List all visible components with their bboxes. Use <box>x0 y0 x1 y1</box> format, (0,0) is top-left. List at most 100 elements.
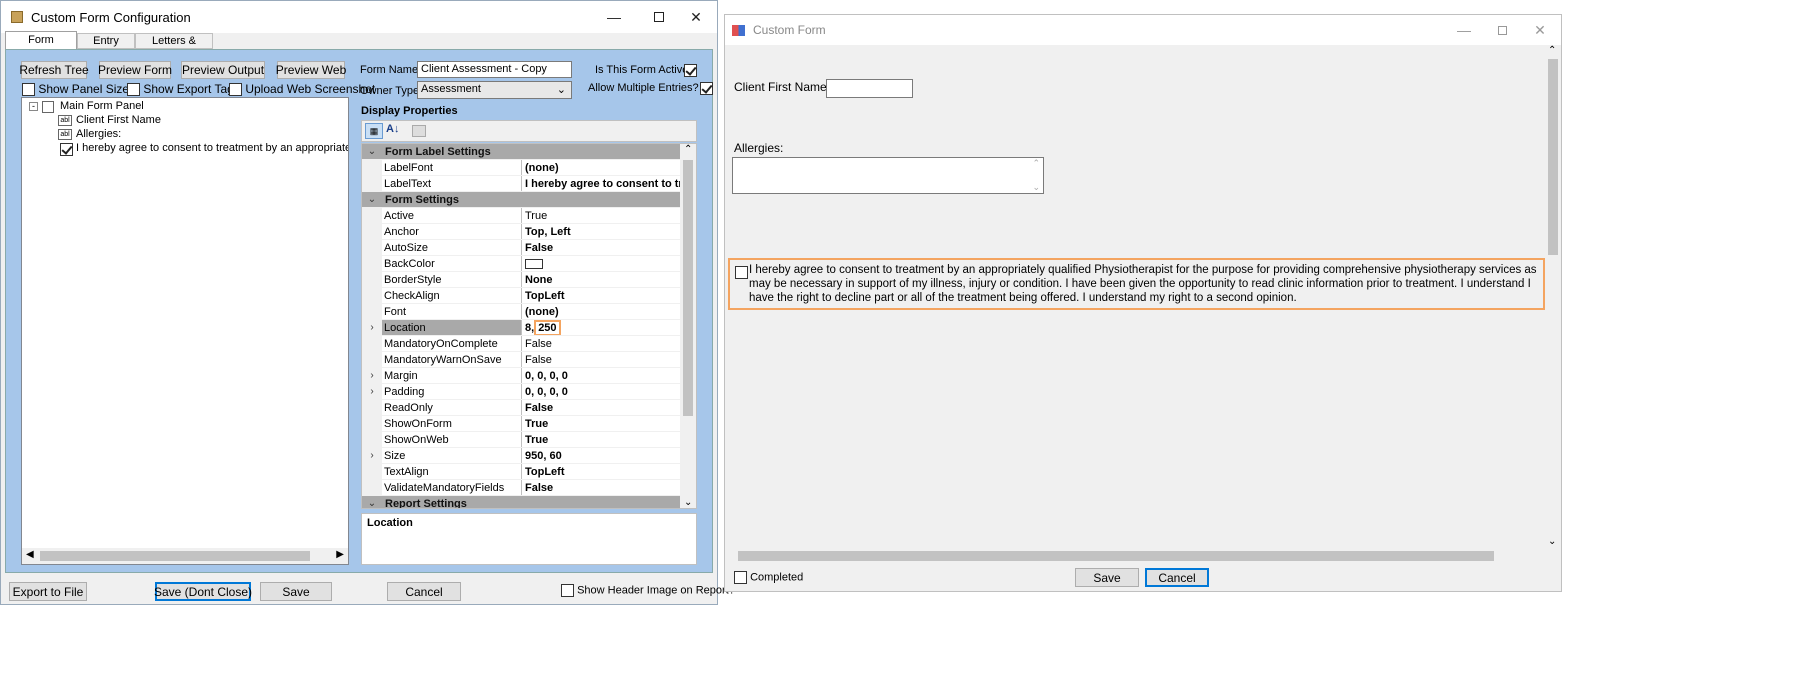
owner-type-select[interactable]: Assessment ⌄ <box>417 81 572 99</box>
collapse-icon[interactable]: ⌄ <box>362 192 382 207</box>
save-dont-close-button[interactable]: Save (Dont Close) <box>154 582 252 601</box>
property-name[interactable]: ValidateMandatoryFields <box>382 480 522 495</box>
property-category[interactable]: ⌄ Report Settings <box>362 496 682 508</box>
sort-alpha-icon[interactable]: A↓ <box>386 123 399 135</box>
property-value[interactable]: Top, Left <box>522 224 682 239</box>
property-row[interactable]: › Margin 0, 0, 0, 0 <box>362 368 682 384</box>
property-row[interactable]: › Size 950, 60 <box>362 448 682 464</box>
show-header-image-checkbox[interactable] <box>561 584 574 597</box>
show-export-tags-checkbox[interactable] <box>127 83 140 97</box>
scroll-right-icon[interactable]: ▶ <box>336 549 344 560</box>
property-value[interactable]: False <box>522 336 682 351</box>
allow-multiple-checkbox[interactable] <box>700 82 714 96</box>
tab-letters-exports[interactable]: Letters & Exports <box>135 33 213 62</box>
property-row[interactable]: CheckAlign TopLeft <box>362 288 682 304</box>
tab-form-definition[interactable]: Form Definition <box>5 31 77 63</box>
property-value[interactable]: False <box>522 240 682 255</box>
expand-icon[interactable]: › <box>362 384 382 399</box>
property-name[interactable]: Padding <box>382 384 522 399</box>
property-value[interactable]: False <box>522 480 682 495</box>
property-value[interactable]: True <box>522 208 682 223</box>
upload-web-screenshot-option[interactable]: Upload Web Screenshot <box>229 82 375 97</box>
property-name[interactable]: Location <box>382 320 522 335</box>
location-y-value[interactable]: 250 <box>534 320 561 335</box>
expand-icon[interactable]: › <box>362 448 382 463</box>
property-name[interactable]: MandatoryOnComplete <box>382 336 522 351</box>
property-name[interactable]: Active <box>382 208 522 223</box>
tree-item[interactable]: Allergies: <box>76 128 121 140</box>
property-name[interactable]: ReadOnly <box>382 400 522 415</box>
scroll-up-icon[interactable]: ⌃ <box>1032 158 1040 169</box>
property-value[interactable]: (none) <box>522 304 682 319</box>
close-icon[interactable]: ✕ <box>1517 15 1563 45</box>
property-name[interactable]: Anchor <box>382 224 522 239</box>
property-name[interactable]: LabelFont <box>382 160 522 175</box>
show-header-image-option[interactable]: Show Header Image on Report? <box>561 584 735 597</box>
property-category[interactable]: ⌄ Form Label Settings <box>362 144 682 160</box>
allergies-field[interactable]: ⌃ ⌄ <box>732 157 1044 194</box>
property-value[interactable]: 0, 0, 0, 0 <box>522 384 682 399</box>
tree-item[interactable]: I hereby agree to consent to treatment b… <box>76 142 348 154</box>
preview-form-button[interactable]: Preview Form <box>98 61 172 79</box>
property-name[interactable]: Font <box>382 304 522 319</box>
cancel-button[interactable]: Cancel <box>387 582 461 601</box>
tab-entry-types[interactable]: Entry Types <box>77 33 135 62</box>
scroll-down-icon[interactable]: ⌄ <box>1548 536 1556 547</box>
scroll-thumb[interactable] <box>738 551 1494 561</box>
scroll-up-icon[interactable]: ⌃ <box>1548 45 1556 56</box>
property-row[interactable]: ShowOnForm True <box>362 416 682 432</box>
property-name[interactable]: MandatoryWarnOnSave <box>382 352 522 367</box>
property-row[interactable]: ReadOnly False <box>362 400 682 416</box>
property-value[interactable]: I hereby agree to consent to trea <box>522 176 682 191</box>
property-row[interactable]: Active True <box>362 208 682 224</box>
property-row[interactable]: MandatoryWarnOnSave False <box>362 352 682 368</box>
completed-option[interactable]: Completed <box>734 571 803 584</box>
color-swatch-value[interactable] <box>522 256 682 271</box>
tree-collapse-icon[interactable]: - <box>29 102 38 111</box>
completed-checkbox[interactable] <box>734 571 747 584</box>
property-name[interactable]: AutoSize <box>382 240 522 255</box>
property-value[interactable]: 0, 0, 0, 0 <box>522 368 682 383</box>
tree-root[interactable]: Main Form Panel <box>60 100 144 112</box>
property-value[interactable]: TopLeft <box>522 288 682 303</box>
property-row[interactable]: › Padding 0, 0, 0, 0 <box>362 384 682 400</box>
consent-checkbox[interactable] <box>735 266 748 280</box>
property-row[interactable]: TextAlign TopLeft <box>362 464 682 480</box>
refresh-tree-button[interactable]: Refresh Tree <box>19 61 89 79</box>
property-value[interactable]: TopLeft <box>522 464 682 479</box>
property-name[interactable]: TextAlign <box>382 464 522 479</box>
scroll-down-icon[interactable]: ⌄ <box>1032 182 1040 193</box>
form-name-field[interactable]: Client Assessment - Copy <box>417 61 572 78</box>
property-row[interactable]: LabelText I hereby agree to consent to tr… <box>362 176 682 192</box>
property-row[interactable]: ValidateMandatoryFields False <box>362 480 682 496</box>
preview-vscrollbar[interactable]: ⌃ ⌄ <box>1545 45 1561 547</box>
scroll-thumb[interactable] <box>683 160 693 416</box>
scroll-left-icon[interactable]: ◀ <box>26 549 34 560</box>
property-row[interactable]: ShowOnWeb True <box>362 432 682 448</box>
is-active-checkbox[interactable] <box>684 64 697 78</box>
collapse-icon[interactable]: ⌄ <box>362 144 382 159</box>
show-panel-sizes-checkbox[interactable] <box>22 83 35 97</box>
property-value[interactable]: 950, 60 <box>522 448 682 463</box>
consent-checkbox-group[interactable]: I hereby agree to consent to treatment b… <box>728 258 1545 310</box>
property-name[interactable]: ShowOnWeb <box>382 432 522 447</box>
export-to-file-button[interactable]: Export to File <box>9 582 87 601</box>
property-value[interactable]: None <box>522 272 682 287</box>
preview-web-button[interactable]: Preview Web <box>276 61 346 79</box>
preview-save-button[interactable]: Save <box>1075 568 1139 587</box>
property-row[interactable]: › Location 8, 250 <box>362 320 682 336</box>
property-name[interactable]: LabelText <box>382 176 522 191</box>
property-value[interactable]: True <box>522 432 682 447</box>
property-category[interactable]: ⌄ Form Settings <box>362 192 682 208</box>
categorized-icon[interactable]: ▦ <box>365 123 383 139</box>
preview-cancel-button[interactable]: Cancel <box>1145 568 1209 587</box>
property-name[interactable]: Size <box>382 448 522 463</box>
scroll-thumb[interactable] <box>40 551 310 561</box>
property-row[interactable]: MandatoryOnComplete False <box>362 336 682 352</box>
property-name[interactable]: Margin <box>382 368 522 383</box>
property-value[interactable]: True <box>522 416 682 431</box>
expand-icon[interactable]: › <box>362 368 382 383</box>
show-panel-sizes-option[interactable]: Show Panel Sizes <box>22 82 135 97</box>
save-button[interactable]: Save <box>260 582 332 601</box>
show-export-tags-option[interactable]: Show Export Tags <box>127 82 240 97</box>
